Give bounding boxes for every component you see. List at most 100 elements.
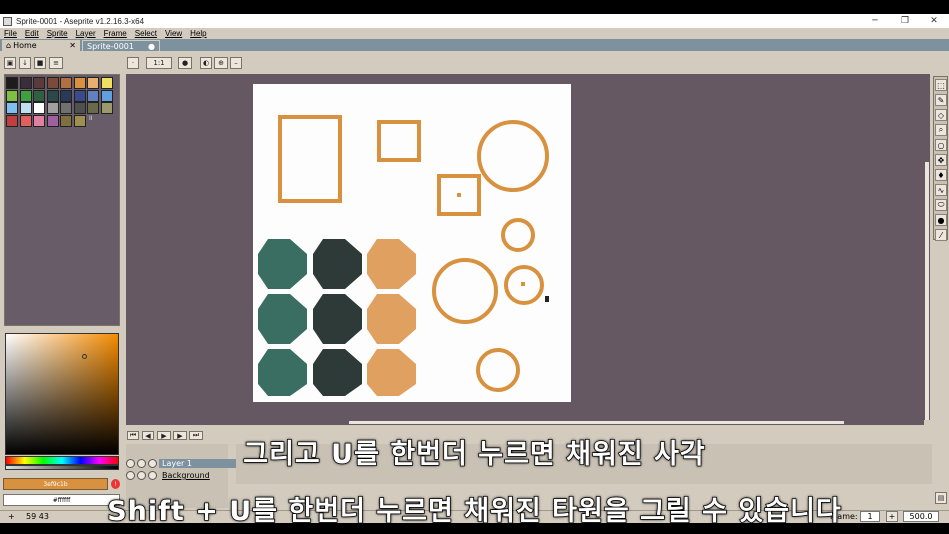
- tab-home-label: Home: [13, 41, 37, 50]
- eyedropper-tool-icon[interactable]: ⌕: [935, 124, 947, 136]
- menu-view[interactable]: View: [165, 29, 182, 38]
- continuous-icon[interactable]: [148, 471, 157, 480]
- palette-swatch[interactable]: [33, 89, 45, 102]
- circle-outline-mid: [432, 258, 498, 324]
- palette-swatch[interactable]: [100, 89, 113, 102]
- palette-swatch[interactable]: [33, 114, 45, 127]
- picker-cursor: [82, 354, 87, 359]
- palette-swatch[interactable]: [19, 77, 32, 89]
- menu-file[interactable]: File: [4, 29, 17, 38]
- palette-swatch[interactable]: [60, 77, 72, 89]
- palette-swatch[interactable]: [33, 102, 45, 114]
- tab-bar: ⌂ Home ✕ Sprite-0001 ●: [0, 39, 949, 51]
- user-icon[interactable]: ●: [178, 57, 192, 69]
- zoom-tool-icon[interactable]: ○: [935, 139, 947, 151]
- palette-swatch[interactable]: [46, 89, 59, 102]
- menu-layer[interactable]: Layer: [76, 29, 96, 38]
- circle-outline-bottom: [476, 348, 520, 392]
- palette-swatch[interactable]: [87, 89, 99, 102]
- window-titlebar: Sprite-0001 - Aseprite v1.2.16.3-x64 ─ ❐…: [0, 14, 949, 28]
- close-window-button[interactable]: ✕: [919, 14, 949, 28]
- menu-help[interactable]: Help: [190, 29, 206, 38]
- tab-sprite[interactable]: Sprite-0001 ●: [82, 40, 160, 51]
- window-title: Sprite-0001 - Aseprite v1.2.16.3-x64: [16, 16, 145, 26]
- tab-home[interactable]: ⌂ Home ✕: [2, 40, 80, 51]
- warning-icon[interactable]: !: [111, 479, 120, 489]
- download-icon[interactable]: ↓: [19, 57, 31, 69]
- curve-tool-icon[interactable]: ∿: [935, 184, 947, 196]
- contour-tool-icon[interactable]: ●: [935, 214, 947, 226]
- lock-icon[interactable]: ▣: [4, 57, 16, 69]
- menu-bar: File Edit Sprite Layer Frame Select View…: [0, 28, 949, 39]
- palette-swatch[interactable]: [87, 77, 99, 89]
- circle-outline-tiny: [501, 218, 535, 252]
- pencil-tool-icon[interactable]: ✎: [935, 94, 947, 106]
- menu-icon[interactable]: ·: [127, 57, 139, 69]
- fill-tool-icon[interactable]: ♦: [935, 169, 947, 181]
- palette-extra-label: II: [89, 115, 93, 122]
- move-tool-icon[interactable]: ✥: [935, 154, 947, 166]
- grid-icon[interactable]: ⊕: [214, 57, 228, 69]
- palette-swatch[interactable]: [73, 89, 86, 102]
- palette-swatch[interactable]: [46, 114, 59, 127]
- palette-swatch[interactable]: [19, 102, 32, 114]
- blur-tool-icon[interactable]: ⁄: [935, 229, 947, 241]
- list-icon[interactable]: ≡: [49, 57, 63, 69]
- ellipse-tool-icon[interactable]: ⬭: [935, 199, 947, 211]
- minimize-button[interactable]: ─: [860, 14, 890, 28]
- filled-octagons: [258, 239, 416, 396]
- tools-panel: ⬚ ✎ ◇ ⌕ ○ ✥ ♦ ∿ ⬭ ● ⁄: [933, 76, 948, 241]
- palette-swatch[interactable]: [19, 114, 32, 127]
- lock-layer-icon[interactable]: [137, 471, 146, 480]
- palette-swatch[interactable]: [6, 114, 18, 127]
- palette-swatch[interactable]: [19, 89, 32, 102]
- palette-swatch[interactable]: [87, 102, 99, 114]
- rect-outline-large: [278, 115, 342, 203]
- palette-swatch[interactable]: [46, 102, 59, 114]
- horizontal-scroll-thumb[interactable]: [349, 421, 844, 424]
- circle-outline-large: [477, 120, 549, 192]
- marquee-tool-icon[interactable]: ⬚: [935, 79, 947, 91]
- restore-button[interactable]: ❐: [890, 14, 920, 28]
- palette-swatch[interactable]: [73, 102, 86, 114]
- menu-select[interactable]: Select: [135, 29, 157, 38]
- menu-edit[interactable]: Edit: [25, 29, 39, 38]
- pixel-dot-2: [521, 282, 525, 286]
- pixel-dot: [457, 193, 461, 197]
- subtitle-line-2: Shift + U를 한번더 누르면 채워진 타원을 그릴 수 있습니다: [106, 495, 842, 528]
- palette-swatch[interactable]: [73, 114, 86, 127]
- sprite-canvas[interactable]: [253, 84, 571, 402]
- palette-swatch[interactable]: [60, 114, 72, 127]
- palette-swatch[interactable]: [100, 102, 113, 114]
- stop-icon[interactable]: ■: [34, 57, 46, 69]
- rect-outline-small: [377, 120, 421, 162]
- close-tab-icon[interactable]: ✕: [69, 41, 76, 50]
- app-icon: [3, 16, 12, 26]
- unsaved-dot-icon[interactable]: ●: [148, 42, 155, 51]
- visibility-icon[interactable]: [126, 471, 135, 480]
- menu-frame[interactable]: Frame: [104, 29, 127, 38]
- dash-icon[interactable]: –: [230, 57, 242, 69]
- subtitle-line-1: 그리고 U를 한번더 누르면 채워진 사각: [242, 438, 706, 471]
- zoom-field[interactable]: 1:1: [146, 57, 172, 69]
- mouse-cursor: [545, 296, 549, 302]
- palette-panel: II: [4, 74, 120, 326]
- onion-skin-icon[interactable]: ◐: [200, 57, 212, 69]
- eraser-tool-icon[interactable]: ◇: [935, 109, 947, 121]
- tab-sprite-label: Sprite-0001: [87, 41, 134, 51]
- palette-swatch[interactable]: [46, 77, 59, 89]
- palette-swatch[interactable]: [60, 89, 72, 102]
- palette-swatch[interactable]: [100, 77, 113, 89]
- palette-swatch[interactable]: [33, 77, 45, 89]
- palette-swatch[interactable]: [6, 89, 18, 102]
- vertical-scroll-thumb[interactable]: [925, 162, 929, 420]
- palette-swatch[interactable]: [60, 102, 72, 114]
- layer-name: Background: [162, 471, 210, 480]
- sprite-drawing: [258, 115, 549, 396]
- palette-swatch[interactable]: [6, 102, 18, 114]
- layer-row-background[interactable]: Background: [126, 470, 236, 481]
- palette-swatch[interactable]: [6, 77, 18, 89]
- home-icon: ⌂: [6, 41, 12, 50]
- palette-swatch[interactable]: [73, 77, 86, 89]
- menu-sprite[interactable]: Sprite: [47, 29, 68, 38]
